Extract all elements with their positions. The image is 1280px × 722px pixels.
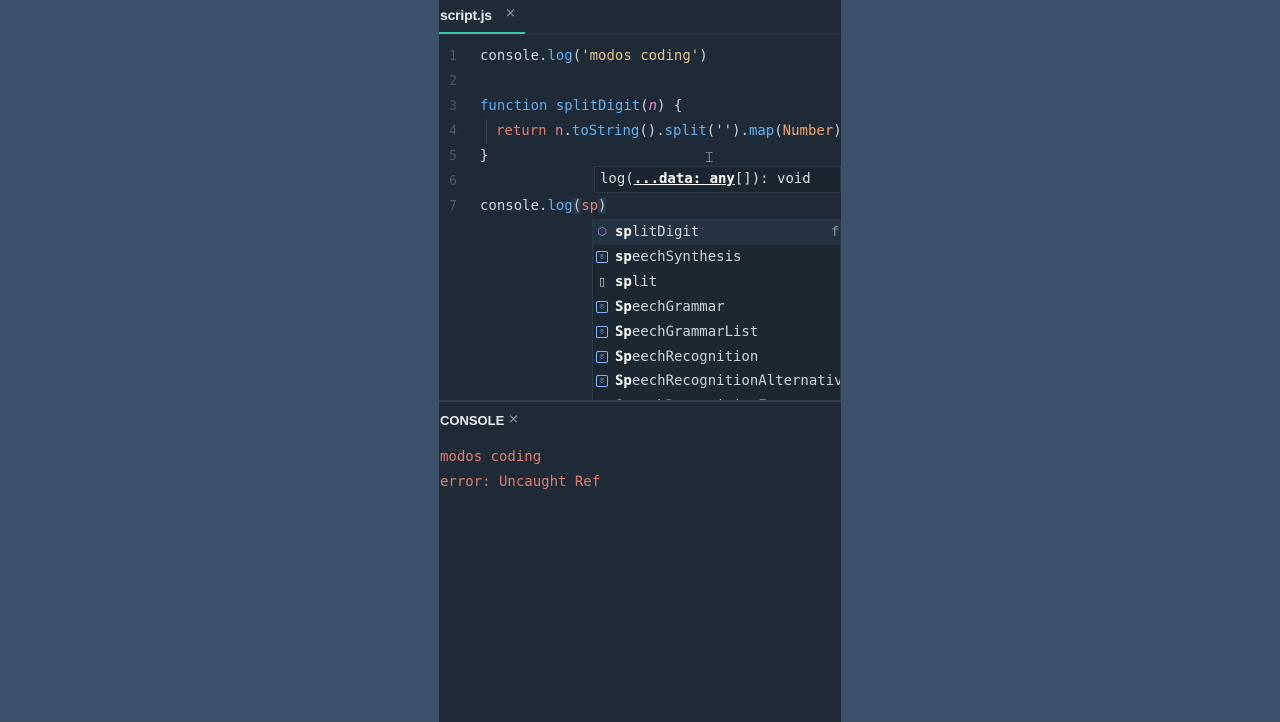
token: ) bbox=[833, 123, 841, 139]
tab-script-js[interactable]: script.js × bbox=[439, 0, 525, 34]
suggestion-item[interactable]: ⌾ SpeechRecognition bbox=[593, 345, 840, 370]
token: splitDigit bbox=[555, 98, 641, 114]
suggestion-label: splitDigit bbox=[615, 220, 699, 245]
token: } bbox=[480, 148, 489, 164]
suggestion-rest: eechRecognition bbox=[631, 348, 759, 365]
suggestion-match: sp bbox=[615, 248, 632, 265]
left-backdrop bbox=[0, 0, 439, 720]
token: ( bbox=[572, 48, 582, 64]
suggestion-item[interactable]: ⌾ speechSynthesis bbox=[593, 245, 840, 270]
line-number: 4 bbox=[449, 124, 457, 139]
line-number: 3 bbox=[449, 99, 457, 114]
token: . bbox=[740, 123, 749, 139]
cube-icon: ⬡ bbox=[597, 225, 607, 238]
suggestion-item[interactable]: ⬡ splitDigit f( bbox=[593, 220, 840, 245]
suggestion-match: Sp bbox=[615, 373, 632, 390]
token: split bbox=[664, 123, 707, 139]
suggestion-match: sp bbox=[615, 224, 632, 240]
suggestion-match: sp bbox=[615, 273, 632, 290]
suggestion-rest: eechGrammarList bbox=[631, 323, 759, 340]
tab-label: script.js bbox=[440, 7, 492, 23]
token: ) { bbox=[657, 98, 683, 114]
suggestion-item[interactable]: ⌾ SpeechGrammarList bbox=[593, 320, 840, 345]
suggestion-label: SpeechGrammarList bbox=[615, 320, 758, 345]
console-title: CONSOLE bbox=[440, 413, 505, 428]
code-line-3[interactable]: 3 function splitDigit(n) { bbox=[439, 94, 841, 119]
suggestion-detail: f( bbox=[831, 225, 840, 240]
variable-icon: ⌾ bbox=[596, 350, 608, 363]
token: log bbox=[547, 48, 573, 64]
token: ) bbox=[699, 48, 708, 64]
tooltip-suffix: []): void bbox=[734, 171, 811, 187]
console-line: modos coding bbox=[440, 449, 542, 465]
suggestion-match: Sp bbox=[615, 348, 632, 365]
suggestion-rest: eechSynthesis bbox=[631, 248, 742, 265]
right-backdrop bbox=[841, 0, 1280, 720]
tooltip-prefix: log( bbox=[600, 171, 634, 187]
line-number: 1 bbox=[449, 49, 457, 64]
token: () bbox=[639, 123, 657, 139]
token: . bbox=[563, 123, 572, 139]
suggestion-match: Sp bbox=[615, 323, 632, 340]
line-number: 5 bbox=[449, 149, 457, 164]
code-line-4[interactable]: 4 return n.toString().split('').map(Numb… bbox=[439, 119, 841, 144]
suggestion-item[interactable]: ⌾ SpeechGrammar bbox=[593, 295, 840, 320]
tooltip-param: ...data: any bbox=[633, 171, 735, 187]
suggestion-label: SpeechRecognition bbox=[615, 345, 758, 370]
token: sp bbox=[581, 198, 599, 214]
console-panel: CONSOLE × modos coding error: Uncaught R… bbox=[439, 400, 841, 722]
suggestion-label: split bbox=[615, 270, 657, 295]
token: map bbox=[748, 123, 775, 139]
line-number: 2 bbox=[449, 74, 457, 89]
signature-tooltip: log(...data: any[]): void bbox=[594, 166, 841, 193]
token: ( bbox=[774, 123, 783, 139]
token: console bbox=[480, 48, 540, 64]
line-number: 6 bbox=[449, 174, 457, 189]
text-cursor-icon: ⌶ bbox=[705, 150, 714, 166]
suggestion-label: SpeechGrammar bbox=[615, 295, 725, 320]
token: return bbox=[496, 123, 547, 139]
code-line-7[interactable]: 7 console.log(sp) bbox=[439, 194, 841, 219]
token: ( bbox=[572, 198, 582, 214]
token: toString bbox=[571, 123, 640, 139]
suggestion-label: SpeechRecognitionAlternative bbox=[615, 369, 841, 394]
console-line: error: Uncaught Ref bbox=[440, 474, 601, 490]
close-icon[interactable]: × bbox=[508, 412, 519, 427]
variable-icon: ⌾ bbox=[596, 250, 608, 263]
file-icon: ▯ bbox=[598, 274, 606, 288]
token: function bbox=[480, 98, 548, 114]
suggestion-rest: litDigit bbox=[631, 224, 700, 240]
token: . bbox=[656, 123, 665, 139]
suggestion-rest: lit bbox=[631, 273, 658, 290]
token: n bbox=[648, 98, 658, 114]
suggestion-rest: eechRecognitionAlternative bbox=[631, 373, 841, 390]
variable-icon: ⌾ bbox=[596, 325, 608, 338]
suggestion-rest: eechGrammar bbox=[631, 298, 725, 315]
suggestion-item[interactable]: ⌾ SpeechRecognitionAlternative bbox=[593, 369, 841, 394]
token: console bbox=[480, 198, 540, 214]
token: Number bbox=[782, 123, 834, 139]
code-line-2[interactable]: 2 bbox=[439, 69, 841, 94]
token: ('') bbox=[706, 123, 741, 139]
token: ( bbox=[640, 98, 649, 114]
line-number: 7 bbox=[449, 199, 457, 214]
tab-bar: script.js × bbox=[439, 0, 841, 35]
suggestion-match: Sp bbox=[615, 298, 632, 315]
variable-icon: ⌾ bbox=[596, 300, 608, 313]
variable-icon: ⌾ bbox=[596, 375, 608, 388]
close-icon[interactable]: × bbox=[505, 6, 516, 21]
token: 'modos coding' bbox=[581, 48, 700, 64]
suggestion-label: speechSynthesis bbox=[615, 245, 741, 270]
code-line-1[interactable]: 1 console.log('modos coding') bbox=[439, 44, 841, 69]
suggestion-item[interactable]: ▯ split bbox=[593, 270, 840, 295]
token: ) bbox=[598, 198, 607, 214]
token: log bbox=[547, 198, 573, 214]
